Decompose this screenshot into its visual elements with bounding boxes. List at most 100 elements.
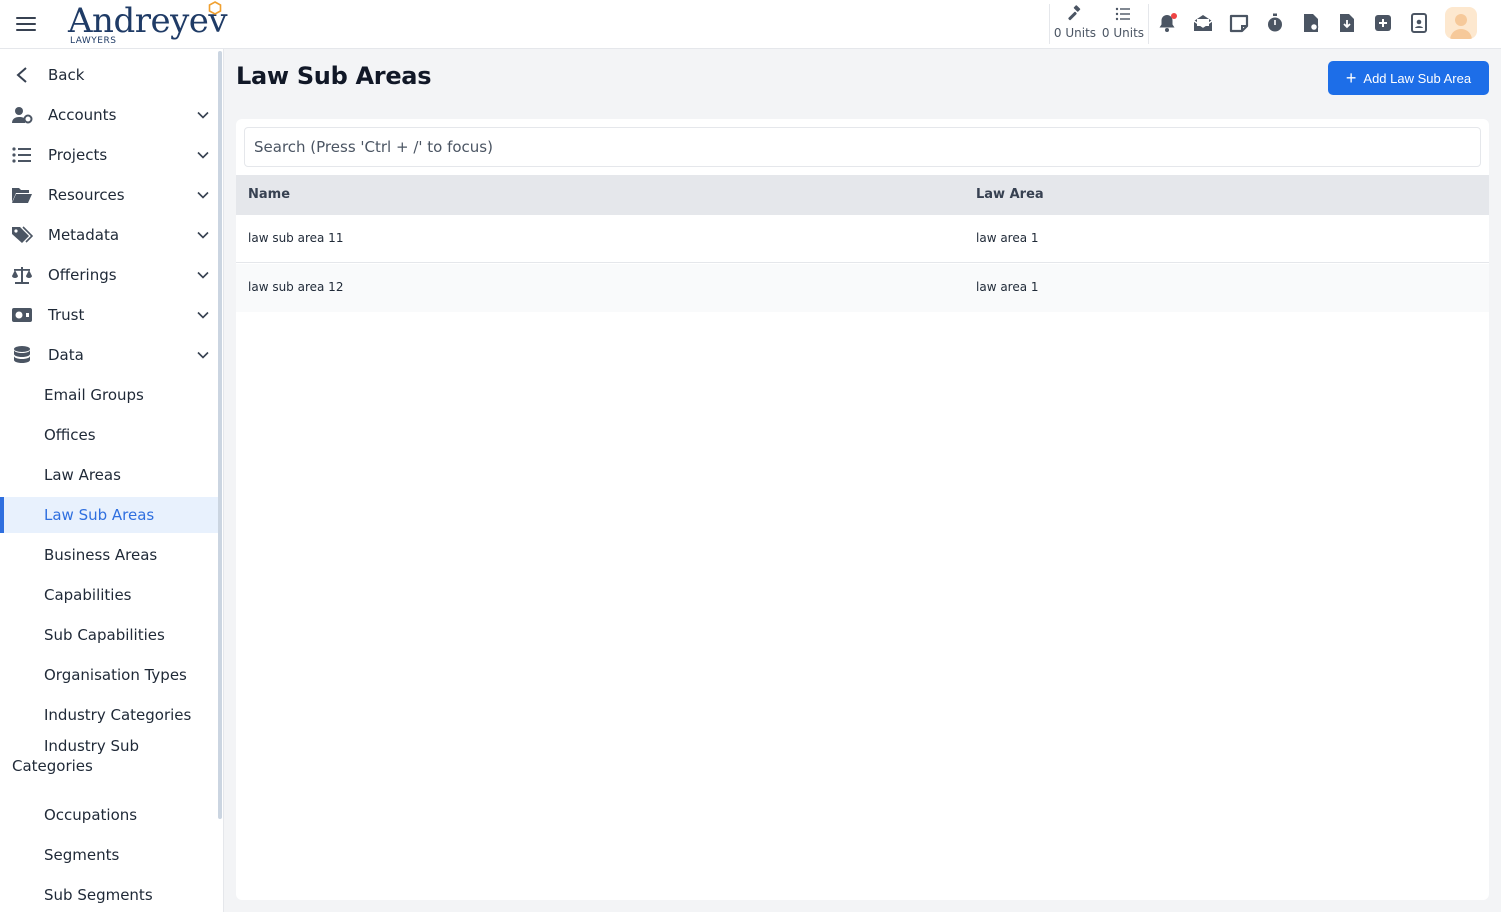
sidebar: Back Accounts Projects Resources Metadat… [0,49,224,912]
sidebar-item-law-sub-areas[interactable]: Law Sub Areas [0,497,218,533]
chevron-down-icon [197,231,209,239]
table-row[interactable]: law sub area 12 law area 1 [236,264,1489,312]
file-search-icon [1304,14,1319,32]
units-gavel[interactable]: 0 Units [1053,5,1097,40]
page-title: Law Sub Areas [236,62,432,90]
bell-icon [1159,13,1177,32]
chevron-down-icon [197,351,209,359]
top-bar: Andreyev LAWYERS 0 Units 0 Units [0,0,1501,49]
sidebar-item-occupations[interactable]: Occupations [0,797,218,833]
sidebar-item-label: Metadata [48,226,120,244]
sidebar-item-industry-categories[interactable]: Industry Categories [0,697,218,733]
sidebar-item-sub-segments[interactable]: Sub Segments [0,877,218,912]
logo-subtext: LAWYERS [70,36,117,46]
logo-hexagon-icon [208,1,222,15]
sidebar-item-metadata[interactable]: Metadata [0,217,218,253]
sidebar-item-industry-sub-categories[interactable]: Industry Sub Categories [0,735,218,779]
sidebar-item-sub-capabilities[interactable]: Sub Capabilities [0,617,218,653]
mail-open-icon [1193,15,1213,31]
sidebar-item-label: Capabilities [44,586,132,604]
sidebar-item-label: Offerings [48,266,117,284]
sidebar-item-offerings[interactable]: Offerings [0,257,218,293]
sidebar-item-capabilities[interactable]: Capabilities [0,577,218,613]
timer-button[interactable] [1264,12,1286,34]
list-icon [1115,7,1130,21]
sidebar-item-resources[interactable]: Resources [0,177,218,213]
notifications-button[interactable] [1156,12,1178,34]
sidebar-item-law-areas[interactable]: Law Areas [0,457,218,493]
user-avatar[interactable] [1445,7,1477,39]
sidebar-item-label: Occupations [44,806,138,824]
units-b-label: 0 Units [1101,26,1145,40]
sidebar-item-accounts[interactable]: Accounts [0,97,218,133]
contact-card-button[interactable] [1408,12,1430,34]
units-list[interactable]: 0 Units [1101,5,1145,40]
sidebar-item-segments[interactable]: Segments [0,837,218,873]
sidebar-item-label: Business Areas [44,546,158,564]
database-icon [11,344,33,366]
user-gear-icon [11,104,33,126]
sidebar-item-label: Law Areas [44,466,121,484]
sidebar-item-label: Email Groups [44,386,144,404]
column-header-name[interactable]: Name [248,187,290,202]
chevron-down-icon [197,151,209,159]
notes-button[interactable] [1228,12,1250,34]
id-badge-icon [1411,13,1427,33]
sidebar-item-organisation-types[interactable]: Organisation Types [0,657,218,693]
folder-open-icon [11,184,33,206]
sidebar-item-label: Law Sub Areas [44,506,155,524]
chevron-down-icon [197,111,209,119]
file-download-icon [1340,14,1354,32]
chevron-down-icon [197,271,209,279]
sidebar-item-offices[interactable]: Offices [0,417,218,453]
note-icon [1229,14,1249,33]
sidebar-item-label: Industry Sub Categories [12,737,140,775]
units-a-label: 0 Units [1053,26,1097,40]
chevron-left-icon [11,64,33,86]
file-search-button[interactable] [1300,12,1322,34]
hamburger-menu-icon[interactable] [14,13,38,35]
sidebar-item-trust[interactable]: Trust [0,297,218,333]
column-header-law-area[interactable]: Law Area [976,187,1044,202]
money-icon [11,304,33,326]
sidebar-item-label: Sub Capabilities [44,626,165,644]
sidebar-back[interactable]: Back [0,57,218,93]
logo[interactable]: Andreyev LAWYERS [68,1,228,48]
toolbar-divider [1148,4,1149,44]
sidebar-item-label: Accounts [48,106,117,124]
sidebar-item-label: Data [48,346,84,364]
sidebar-item-label: Trust [48,306,85,324]
tags-icon [11,224,33,246]
sidebar-back-label: Back [48,66,85,84]
add-new-button[interactable] [1372,12,1394,34]
table-header: Name Law Area [236,175,1489,215]
chevron-down-icon [197,191,209,199]
list-icon [11,144,33,166]
chevron-down-icon [197,311,209,319]
logo-text: Andreyev [68,1,228,41]
sidebar-item-business-areas[interactable]: Business Areas [0,537,218,573]
gavel-icon [1068,5,1081,21]
plus-square-icon [1375,15,1391,31]
table-row[interactable]: law sub area 11 law area 1 [236,215,1489,263]
sidebar-item-label: Projects [48,146,108,164]
add-button-label: Add Law Sub Area [1363,70,1472,86]
sidebar-item-data[interactable]: Data [0,337,218,373]
mail-button[interactable] [1192,12,1214,34]
sidebar-item-label: Industry Categories [44,706,192,724]
plus-icon: + [1345,68,1357,88]
sidebar-item-email-groups[interactable]: Email Groups [0,377,218,413]
sidebar-item-label: Resources [48,186,125,204]
sidebar-item-label: Organisation Types [44,666,187,684]
search-input[interactable] [244,127,1481,167]
file-download-button[interactable] [1336,12,1358,34]
sidebar-scrollbar[interactable] [218,51,222,819]
sidebar-item-label: Segments [44,846,120,864]
sidebar-item-label: Offices [44,426,96,444]
add-law-sub-area-button[interactable]: + Add Law Sub Area [1328,61,1489,95]
toolbar-divider [1049,4,1050,44]
avatar-icon [1450,14,1472,39]
cell-name: law sub area 12 [248,280,344,294]
sidebar-item-projects[interactable]: Projects [0,137,218,173]
law-sub-areas-table-card: Name Law Area law sub area 11 law area 1… [236,119,1489,900]
